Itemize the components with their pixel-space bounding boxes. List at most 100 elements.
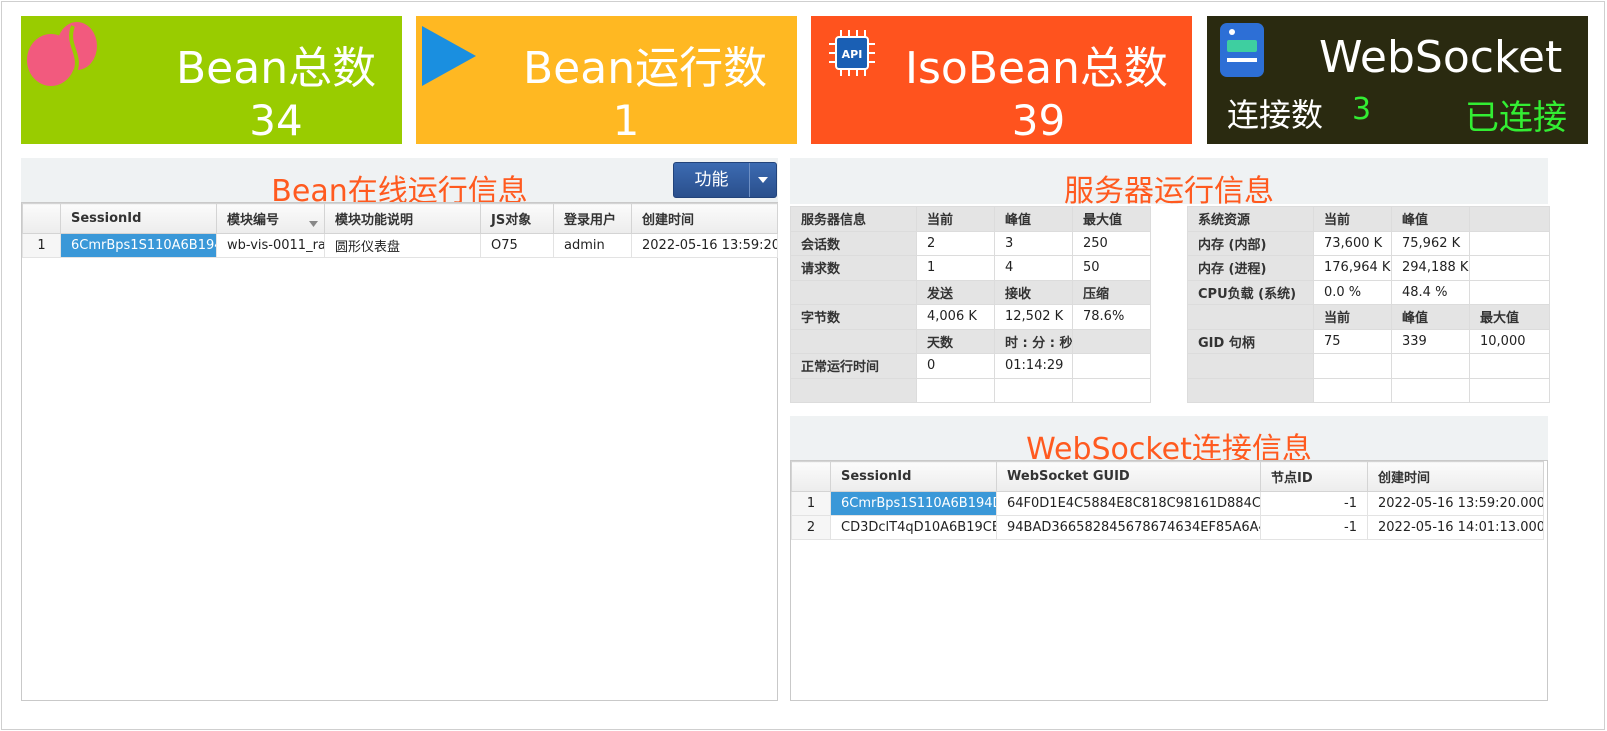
info-value: 峰值 xyxy=(994,206,1073,232)
info-value xyxy=(1313,353,1392,379)
bean-total-title: Bean总数 xyxy=(176,43,377,94)
guid-cell[interactable]: 94BAD366582845678674634EF85A6A49 xyxy=(996,515,1261,540)
info-value: 4 xyxy=(994,255,1073,281)
info-row: 当前 峰值 最大值 xyxy=(1187,304,1550,330)
row-number: 2 xyxy=(791,515,831,540)
info-value xyxy=(1072,377,1151,403)
server-icon xyxy=(1217,20,1267,84)
info-label: 内存 (进程) xyxy=(1187,255,1314,281)
info-value xyxy=(1391,377,1470,403)
column-header-module-desc[interactable]: 模块功能说明 xyxy=(324,203,481,234)
column-header-module-id-label: 模块编号 xyxy=(227,213,280,228)
info-row: 发送 接收 压缩 xyxy=(790,279,1151,305)
info-value: 当前 xyxy=(916,206,995,232)
info-value xyxy=(1391,353,1470,379)
function-button-label: 功能 xyxy=(674,163,750,197)
info-value xyxy=(1313,377,1392,403)
login-user-cell[interactable]: admin xyxy=(553,233,632,258)
column-header-created-time[interactable]: 创建时间 xyxy=(1367,461,1544,492)
info-value: 12,502 K xyxy=(994,304,1073,330)
info-value: 最大值 xyxy=(1469,304,1550,330)
table-row[interactable]: 2 CD3DclT4qD10A6B19CE 94BAD3665828456786… xyxy=(791,515,1544,540)
column-header-sessionid[interactable]: SessionId xyxy=(830,461,997,492)
info-row: GID 句柄 75 339 10,000 xyxy=(1187,328,1550,354)
session-id-cell[interactable]: 6CmrBps1S110A6B194D xyxy=(830,491,997,516)
bean-total-card: Bean总数 34 xyxy=(21,16,402,144)
info-value: 250 xyxy=(1072,230,1151,256)
bean-grid-header: SessionId 模块编号 模块功能说明 JS对象 登录用户 创建时间 xyxy=(22,203,778,234)
isobean-total-title: IsoBean总数 xyxy=(905,43,1168,94)
info-label xyxy=(1187,304,1314,330)
connection-status: 已连接 xyxy=(1465,98,1567,138)
info-label: CPU负载 (系统) xyxy=(1187,279,1314,305)
info-value: 75 xyxy=(1313,328,1392,354)
column-header-websocket-guid[interactable]: WebSocket GUID xyxy=(996,461,1261,492)
info-row: 请求数 1 4 50 xyxy=(790,255,1151,281)
info-label: 字节数 xyxy=(790,304,917,330)
bean-running-title: Bean运行数 xyxy=(523,43,768,94)
info-row: 内存 (内部) 73,600 K 75,962 K xyxy=(1187,230,1550,256)
info-value: 3 xyxy=(994,230,1073,256)
info-label: 会话数 xyxy=(790,230,917,256)
row-number: 1 xyxy=(791,491,831,516)
node-id-cell[interactable]: -1 xyxy=(1260,515,1368,540)
function-button[interactable]: 功能 xyxy=(673,162,777,198)
sort-dropdown-icon[interactable] xyxy=(309,216,318,231)
svg-text:API: API xyxy=(842,48,863,61)
created-time-cell[interactable]: 2022-05-16 13:59:20.00 xyxy=(631,233,778,258)
info-label: 正常运行时间 xyxy=(790,353,917,379)
row-number-header xyxy=(22,203,61,234)
info-value: 当前 xyxy=(1313,206,1392,232)
info-value: 75,962 K xyxy=(1391,230,1470,256)
info-row: 天数时 : 分 : 秒 xyxy=(790,328,1151,354)
guid-cell[interactable]: 64F0D1E4C5884E8C818C98161D884C60 xyxy=(996,491,1261,516)
info-value xyxy=(1469,377,1550,403)
table-row[interactable]: 1 6CmrBps1S110A6B194D wb-vis-0011_radi 圆… xyxy=(22,233,778,258)
table-row[interactable]: 1 6CmrBps1S110A6B194D 64F0D1E4C5884E8C81… xyxy=(791,491,1544,516)
module-desc-cell[interactable]: 圆形仪表盘 xyxy=(324,233,481,258)
connection-count-label: 连接数 xyxy=(1227,96,1324,134)
api-chip-icon: API xyxy=(827,28,877,82)
info-row: CPU负载 (系统) 0.0 % 48.4 % xyxy=(1187,279,1550,305)
info-value xyxy=(1469,353,1550,379)
coffee-bean-icon xyxy=(25,20,101,96)
server-panel-header: 服务器运行信息 xyxy=(790,158,1548,209)
js-object-cell[interactable]: O75 xyxy=(480,233,554,258)
info-row: 字节数 4,006 K 12,502 K 78.6% xyxy=(790,304,1151,330)
info-label: 内存 (内部) xyxy=(1187,230,1314,256)
info-value: 0 xyxy=(916,353,995,379)
column-header-node-id[interactable]: 节点ID xyxy=(1260,461,1368,492)
column-header-sessionid[interactable]: SessionId xyxy=(60,203,217,234)
info-value xyxy=(1072,328,1151,354)
info-value: 压缩 xyxy=(1072,279,1151,305)
column-header-created-time[interactable]: 创建时间 xyxy=(631,203,778,234)
node-id-cell[interactable]: -1 xyxy=(1260,491,1368,516)
info-value: 10,000 xyxy=(1469,328,1550,354)
info-label xyxy=(790,377,917,403)
column-header-module-id[interactable]: 模块编号 xyxy=(216,203,325,234)
info-label: 服务器信息 xyxy=(790,206,917,232)
info-value xyxy=(1469,255,1550,281)
info-label xyxy=(790,279,917,305)
websocket-grid: SessionId WebSocket GUID 节点ID 创建时间 1 6Cm… xyxy=(790,460,1548,701)
info-label: 系统资源 xyxy=(1187,206,1314,232)
column-header-js-object[interactable]: JS对象 xyxy=(480,203,554,234)
module-id-cell[interactable]: wb-vis-0011_radi xyxy=(216,233,325,258)
info-value: 2 xyxy=(916,230,995,256)
server-panel-title: 服务器运行信息 xyxy=(1064,174,1274,209)
info-value: 4,006 K xyxy=(916,304,995,330)
created-time-cell[interactable]: 2022-05-16 13:59:20.000 xyxy=(1367,491,1544,516)
info-label xyxy=(1187,353,1314,379)
created-time-cell[interactable]: 2022-05-16 14:01:13.000 xyxy=(1367,515,1544,540)
column-header-login-user[interactable]: 登录用户 xyxy=(553,203,632,234)
play-icon xyxy=(420,24,480,92)
websocket-title: WebSocket xyxy=(1319,32,1563,83)
session-id-cell[interactable]: CD3DclT4qD10A6B19CE xyxy=(830,515,997,540)
row-number-header xyxy=(791,461,831,492)
info-row: 会话数 2 3 250 xyxy=(790,230,1151,256)
chevron-down-icon[interactable] xyxy=(750,163,776,197)
info-value xyxy=(1072,353,1151,379)
info-label xyxy=(790,328,917,354)
info-value: 发送 xyxy=(916,279,995,305)
session-id-cell[interactable]: 6CmrBps1S110A6B194D xyxy=(60,233,217,258)
